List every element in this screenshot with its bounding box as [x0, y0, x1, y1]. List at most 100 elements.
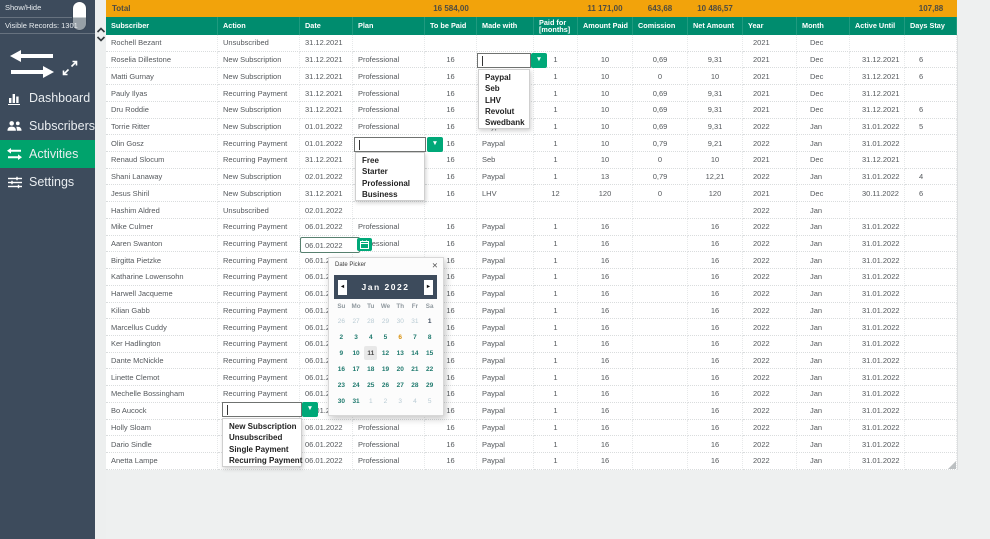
table-row[interactable]: Marcellus CuddyRecurring Payment06.01.20…: [106, 319, 957, 336]
cell-made_with[interactable]: Paypal: [477, 269, 534, 286]
cell-year[interactable]: 2022: [743, 269, 797, 286]
prev-month-button[interactable]: ◄: [338, 280, 347, 295]
column-header-to_be_paid[interactable]: To be Paid: [425, 17, 477, 35]
cell-comission[interactable]: [633, 219, 688, 236]
calendar-day[interactable]: 31: [408, 313, 423, 329]
cell-comission[interactable]: 0: [633, 68, 688, 85]
cell-made_with[interactable]: Paypal: [477, 219, 534, 236]
cell-year[interactable]: 2021: [743, 102, 797, 119]
cell-days_stay[interactable]: 6: [905, 52, 957, 69]
cell-days_stay[interactable]: 5: [905, 119, 957, 136]
cell-month[interactable]: Dec: [797, 52, 850, 69]
sidebar-item-subscribers[interactable]: Subscribers: [0, 112, 95, 140]
cell-year[interactable]: 2021: [743, 52, 797, 69]
option-swedbank[interactable]: Swedbank: [479, 117, 529, 128]
cell-paid_for[interactable]: 1: [534, 336, 578, 353]
option-business[interactable]: Business: [356, 189, 424, 200]
calendar-day[interactable]: 3: [349, 329, 364, 345]
cell-plan[interactable]: Professional: [353, 102, 425, 119]
cell-subscriber[interactable]: Bo Aucock: [106, 403, 218, 420]
cell-paid_for[interactable]: 1: [534, 219, 578, 236]
cell-subscriber[interactable]: Rochell Bezant: [106, 35, 218, 52]
cell-comission[interactable]: 0,79: [633, 135, 688, 152]
calendar-day[interactable]: 22: [422, 361, 437, 377]
cell-amount_paid[interactable]: 16: [578, 453, 633, 470]
table-row[interactable]: Linette ClemotRecurring Payment06.01.202…: [106, 369, 957, 386]
cell-active_until[interactable]: [850, 35, 905, 52]
action-editor-input[interactable]: [222, 402, 302, 417]
cell-month[interactable]: Dec: [797, 102, 850, 119]
cell-made_with[interactable]: Paypal: [477, 403, 534, 420]
cell-plan[interactable]: [353, 202, 425, 219]
cell-subscriber[interactable]: Katharine Lowensohn: [106, 269, 218, 286]
transfer-arrows-icon[interactable]: [7, 47, 57, 88]
cell-month[interactable]: Dec: [797, 85, 850, 102]
cell-days_stay[interactable]: [905, 286, 957, 303]
cell-year[interactable]: 2022: [743, 353, 797, 370]
cell-days_stay[interactable]: [905, 135, 957, 152]
cell-active_until[interactable]: 31.01.2022: [850, 135, 905, 152]
calendar-day[interactable]: 29: [378, 313, 393, 329]
cell-subscriber[interactable]: Hashim Aldred: [106, 202, 218, 219]
cell-amount_paid[interactable]: 10: [578, 52, 633, 69]
cell-date[interactable]: 06.01.2022: [300, 420, 353, 437]
cell-net_amount[interactable]: 10: [688, 68, 743, 85]
cell-paid_for[interactable]: 12: [534, 185, 578, 202]
cell-month[interactable]: Jan: [797, 303, 850, 320]
calendar-day[interactable]: 30: [393, 313, 408, 329]
cell-comission[interactable]: [633, 453, 688, 470]
cell-net_amount[interactable]: 16: [688, 369, 743, 386]
cell-amount_paid[interactable]: 10: [578, 135, 633, 152]
cell-action[interactable]: Recurring Payment: [218, 85, 300, 102]
cell-active_until[interactable]: 31.01.2022: [850, 353, 905, 370]
cell-date[interactable]: 06.01.2022: [300, 436, 353, 453]
cell-paid_for[interactable]: 1: [534, 353, 578, 370]
calendar-day[interactable]: 11: [364, 346, 377, 360]
cell-amount_paid[interactable]: 13: [578, 169, 633, 186]
cell-action[interactable]: Recurring Payment: [218, 353, 300, 370]
cell-net_amount[interactable]: 16: [688, 336, 743, 353]
cell-action[interactable]: Recurring Payment: [218, 236, 300, 253]
cell-year[interactable]: 2022: [743, 386, 797, 403]
cell-amount_paid[interactable]: 16: [578, 269, 633, 286]
cell-date[interactable]: 02.01.2022: [300, 169, 353, 186]
table-row[interactable]: Kilian GabbRecurring Payment06.01.2022Pr…: [106, 303, 957, 320]
cell-made_with[interactable]: [477, 35, 534, 52]
cell-action[interactable]: Recurring Payment: [218, 386, 300, 403]
cell-days_stay[interactable]: [905, 303, 957, 320]
cell-year[interactable]: 2021: [743, 68, 797, 85]
cell-days_stay[interactable]: 6: [905, 185, 957, 202]
made-with-dropdown-button[interactable]: ▼: [531, 53, 547, 68]
cell-amount_paid[interactable]: 10: [578, 152, 633, 169]
cell-month[interactable]: Jan: [797, 420, 850, 437]
cell-year[interactable]: 2022: [743, 119, 797, 136]
cell-action[interactable]: Recurring Payment: [218, 135, 300, 152]
cell-net_amount[interactable]: [688, 35, 743, 52]
calendar-day[interactable]: 28: [408, 377, 423, 393]
cell-amount_paid[interactable]: 16: [578, 336, 633, 353]
calendar-day[interactable]: 28: [363, 313, 378, 329]
calendar-day[interactable]: 25: [363, 377, 378, 393]
cell-days_stay[interactable]: [905, 236, 957, 253]
cell-comission[interactable]: [633, 369, 688, 386]
cell-date[interactable]: 31.12.2021: [300, 102, 353, 119]
cell-comission[interactable]: [633, 403, 688, 420]
cell-paid_for[interactable]: 1: [534, 420, 578, 437]
cell-month[interactable]: Jan: [797, 135, 850, 152]
cell-subscriber[interactable]: Dario Sindle: [106, 436, 218, 453]
option-lhv[interactable]: LHV: [479, 95, 529, 106]
calendar-day[interactable]: 31: [349, 393, 364, 409]
table-row[interactable]: Harwell JacquemeRecurring Payment06.01.2…: [106, 286, 957, 303]
cell-date[interactable]: 02.01.2022: [300, 202, 353, 219]
cell-subscriber[interactable]: Torrie Ritter: [106, 119, 218, 136]
cell-amount_paid[interactable]: 16: [578, 236, 633, 253]
calendar-day[interactable]: 10: [349, 345, 364, 361]
cell-amount_paid[interactable]: [578, 202, 633, 219]
cell-month[interactable]: Jan: [797, 169, 850, 186]
cell-paid_for[interactable]: 1: [534, 152, 578, 169]
calendar-day[interactable]: 1: [422, 313, 437, 329]
cell-days_stay[interactable]: [905, 420, 957, 437]
cell-amount_paid[interactable]: 16: [578, 353, 633, 370]
cell-active_until[interactable]: 31.12.2021: [850, 85, 905, 102]
cell-made_with[interactable]: Paypal: [477, 303, 534, 320]
